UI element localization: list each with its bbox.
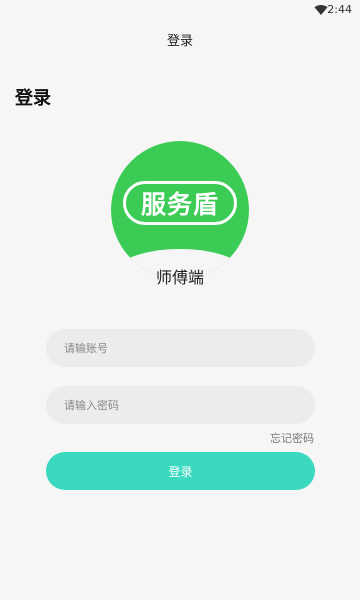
status-bar: 2:44	[0, 0, 360, 20]
forgot-password-link[interactable]: 忘记密码	[270, 430, 314, 446]
wifi-icon	[314, 4, 328, 15]
page-heading: 登录	[15, 88, 51, 109]
app-header: 登录	[0, 20, 360, 50]
app-logo: 服务盾 师傅端	[111, 141, 249, 293]
logo-subtitle: 师傅端	[155, 268, 204, 287]
logo-brand-text: 服务盾	[140, 190, 219, 219]
status-time: 2:44	[327, 3, 352, 16]
password-input[interactable]	[46, 386, 315, 424]
login-screen: 2:44 登录 登录 服务盾 师傅端 忘记密码 登录	[0, 0, 360, 600]
login-button[interactable]: 登录	[46, 452, 315, 490]
header-title: 登录	[166, 33, 193, 49]
account-input[interactable]	[46, 329, 315, 367]
